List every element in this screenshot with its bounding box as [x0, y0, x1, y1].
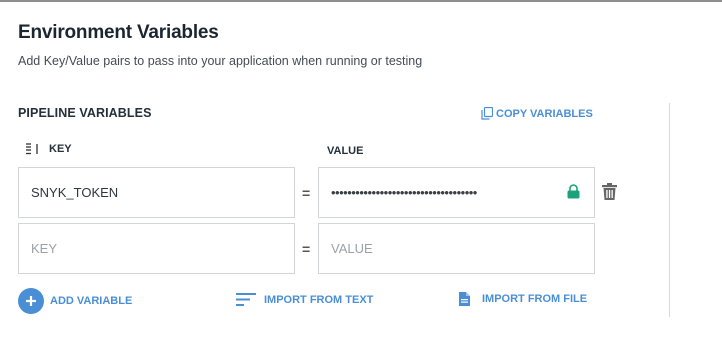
delete-row-icon[interactable]: [602, 183, 617, 200]
copy-variables-label: COPY VARIABLES: [496, 107, 593, 120]
new-value-placeholder: VALUE: [331, 241, 373, 256]
page-title: Environment Variables: [18, 22, 219, 43]
sort-icon[interactable]: [26, 143, 40, 155]
key-column-header: KEY: [49, 143, 72, 155]
section-title: PIPELINE VARIABLES: [18, 106, 152, 120]
equals-sign: =: [302, 185, 311, 201]
variable-value-field[interactable]: ••••••••••••••••••••••••••••••••••••: [318, 167, 595, 218]
top-border: [0, 0, 722, 2]
plus-icon: [18, 288, 44, 314]
text-lines-icon: [236, 293, 256, 306]
import-from-text-label: IMPORT FROM TEXT: [264, 293, 374, 306]
variable-key-field[interactable]: SNYK_TOKEN: [18, 167, 295, 218]
copy-variables-button[interactable]: COPY VARIABLES: [481, 107, 593, 120]
copy-icon: [481, 107, 493, 120]
new-value-input[interactable]: VALUE: [318, 223, 595, 274]
import-from-file-label: IMPORT FROM FILE: [482, 293, 588, 305]
new-key-placeholder: KEY: [31, 241, 58, 256]
add-variable-label: ADD VARIABLE: [50, 295, 133, 307]
import-from-file-button[interactable]: IMPORT FROM FILE: [459, 292, 587, 306]
page-subtitle: Add Key/Value pairs to pass into your ap…: [18, 54, 423, 68]
new-key-input[interactable]: KEY: [18, 223, 295, 274]
masked-value: ••••••••••••••••••••••••••••••••••••: [331, 185, 477, 200]
equals-sign: =: [302, 241, 311, 257]
panel-divider: [669, 103, 670, 317]
add-variable-button[interactable]: ADD VARIABLE: [18, 288, 132, 314]
file-icon: [459, 292, 470, 306]
lock-icon[interactable]: [567, 184, 580, 199]
import-from-text-button[interactable]: IMPORT FROM TEXT: [236, 293, 373, 306]
value-column-header: VALUE: [327, 145, 364, 157]
variable-key-value: SNYK_TOKEN: [31, 185, 119, 200]
